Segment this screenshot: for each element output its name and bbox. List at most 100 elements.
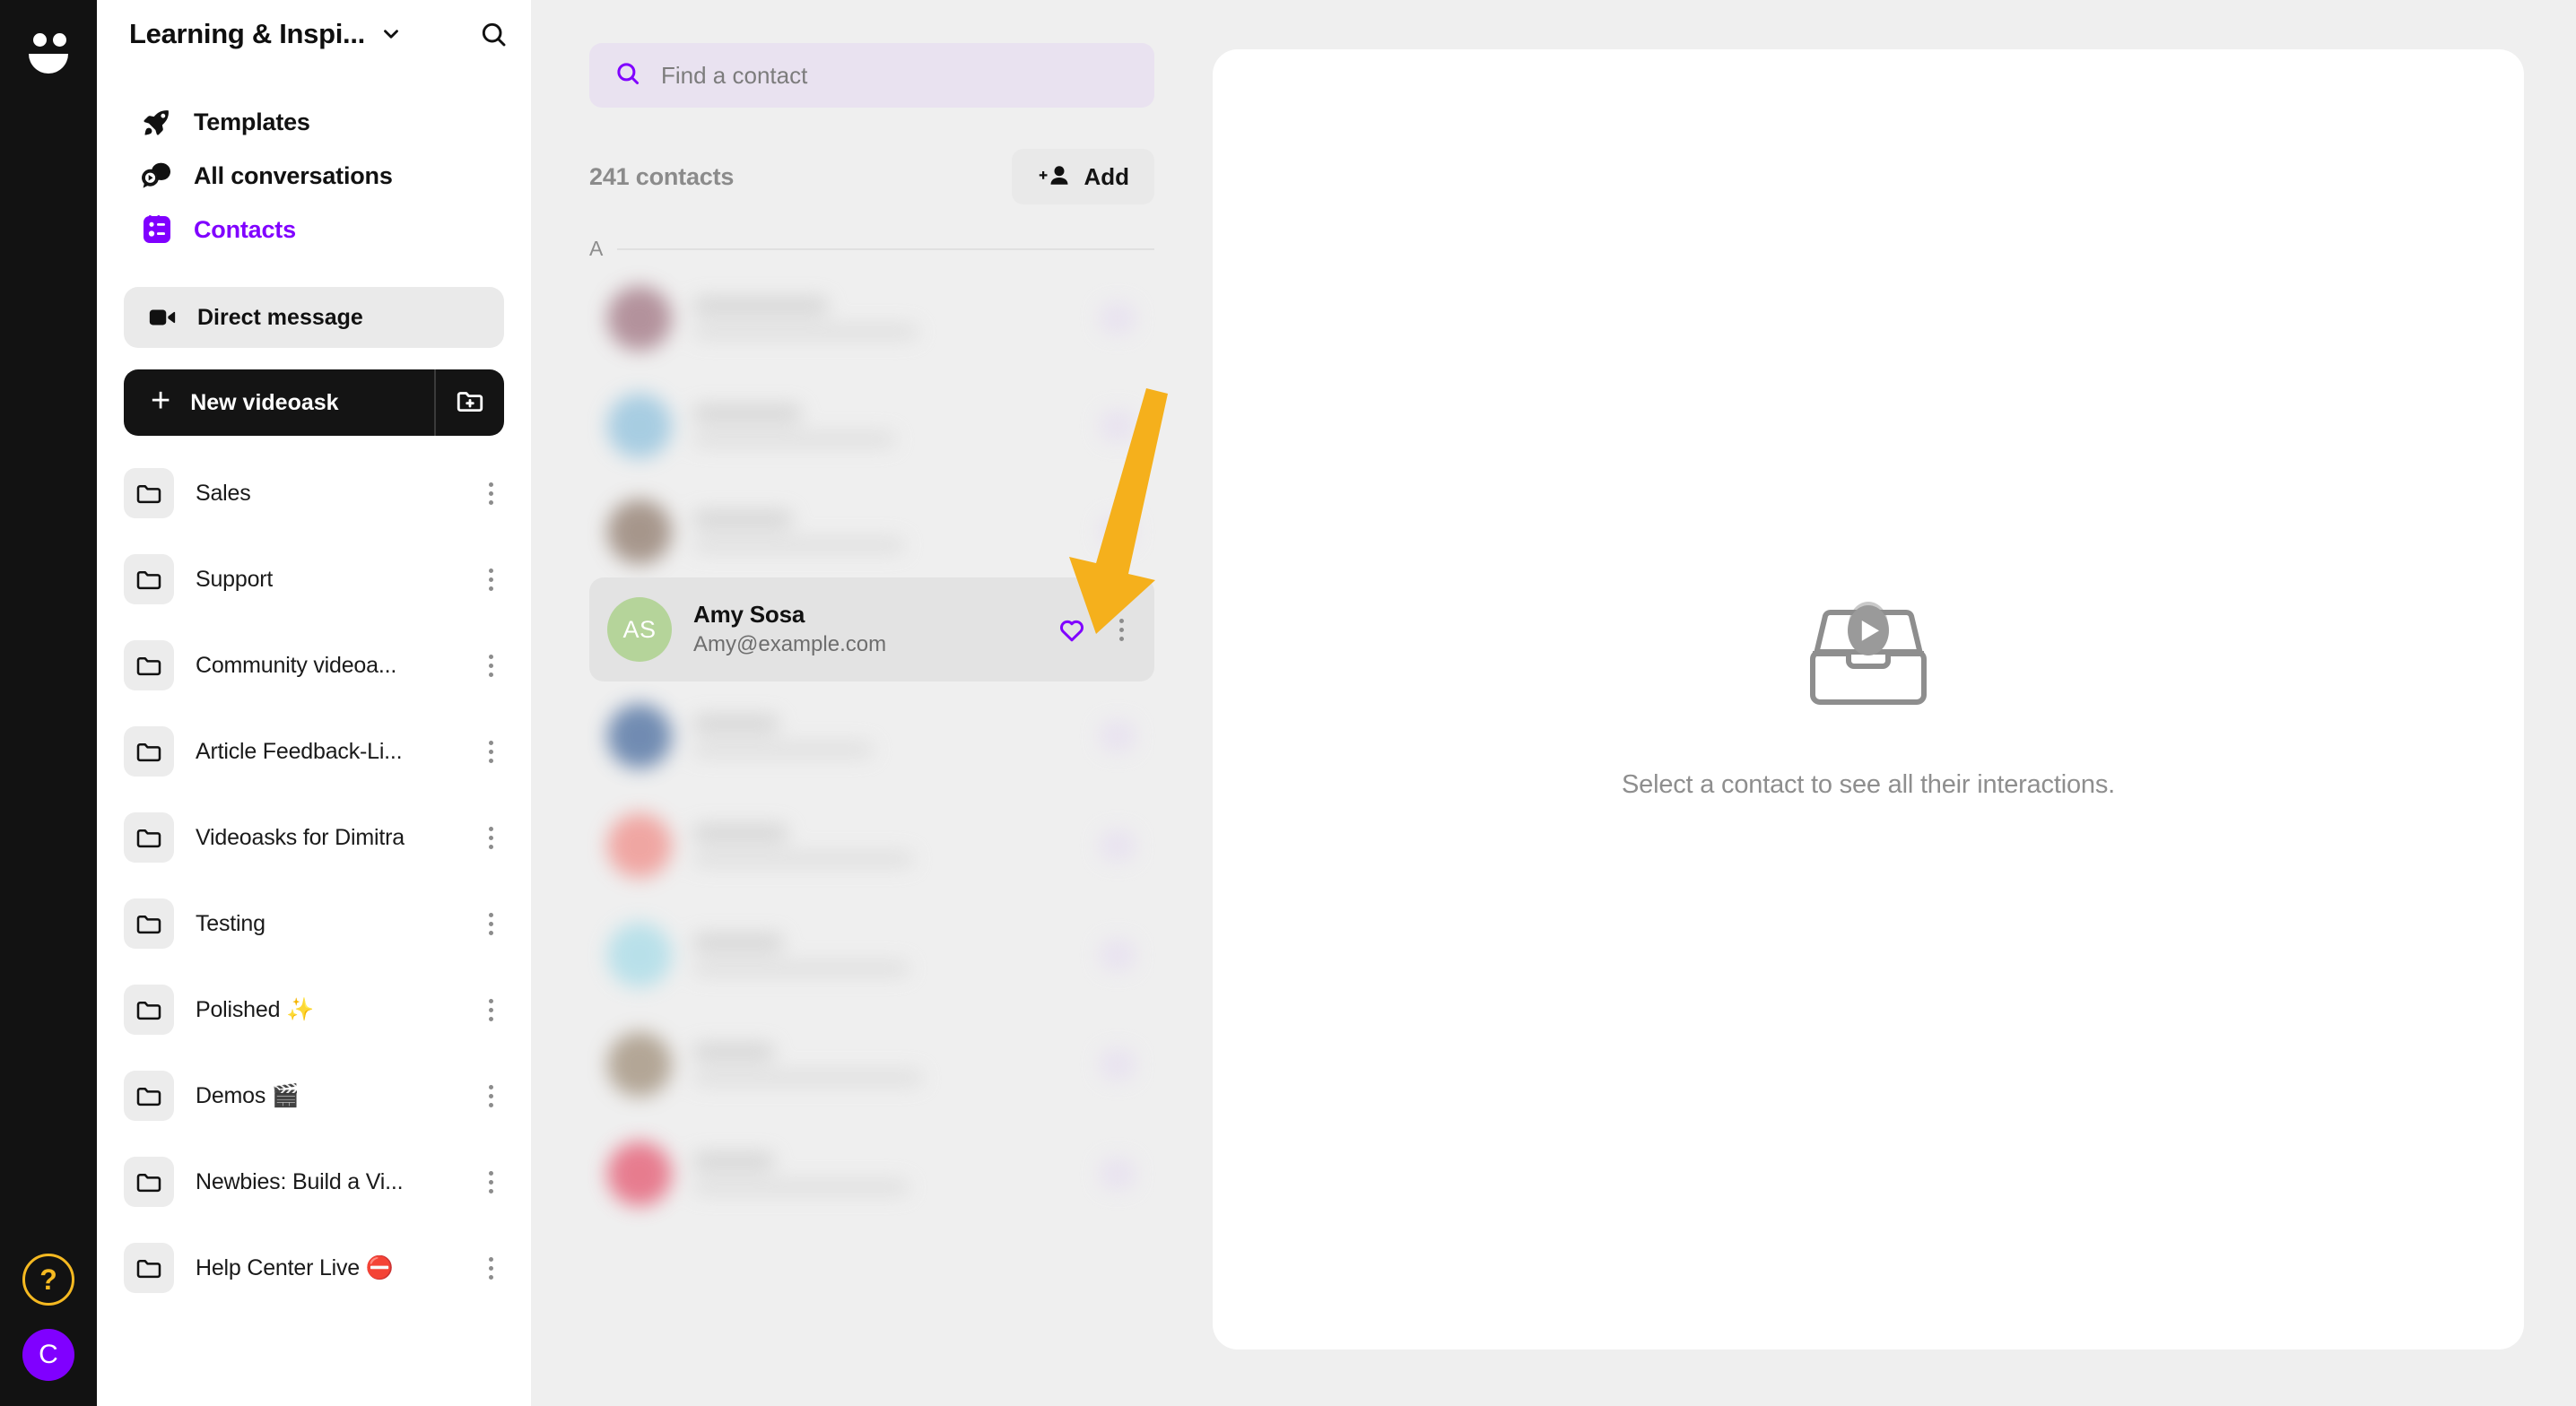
contacts-column: 241 contacts Add A [531,0,1213,1406]
contact-detail-panel: Select a contact to see all their intera… [1213,49,2524,1350]
add-contact-button[interactable]: Add [1012,149,1154,204]
sidebar-item-all-conversations[interactable]: All conversations [120,149,508,203]
contact-email-placeholder [693,325,918,339]
contact-row[interactable] [589,269,1154,368]
contact-name-placeholder [693,298,828,314]
kebab-menu-icon[interactable] [477,992,504,1028]
contacts-list-icon [140,213,174,247]
contact-row[interactable] [589,687,1154,785]
sidebar-item-contacts[interactable]: Contacts [120,203,508,256]
folder-label: Support [196,566,274,592]
folder-item[interactable]: Article Feedback-Li... [124,708,504,794]
contact-search-box[interactable] [589,43,1154,108]
folder-label: Newbies: Build a Vi... [196,1168,404,1194]
folder-list: Sales Support Community videoa... Articl… [97,450,531,1311]
heart-icon[interactable] [1101,1049,1135,1080]
sidebar-item-templates[interactable]: Templates [120,95,508,149]
contact-avatar-initials: AS [622,615,657,643]
video-camera-icon [145,300,179,334]
contact-info [693,716,953,757]
folder-icon [124,640,174,690]
contact-row[interactable] [589,1015,1154,1114]
kebab-menu-icon[interactable] [477,475,504,511]
contact-email-placeholder [693,538,904,552]
folder-icon [124,1157,174,1207]
kebab-menu-icon[interactable] [477,647,504,683]
contacts-count-row: 241 contacts Add [589,149,1154,204]
kebab-menu-icon[interactable] [477,1250,504,1286]
logo-eye-right [53,33,66,47]
folder-item[interactable]: Community videoa... [124,622,504,708]
kebab-menu-icon[interactable] [477,1164,504,1200]
primary-nav: Templates All conversations Contacts [97,95,531,256]
heart-icon[interactable] [1101,721,1135,751]
heart-icon[interactable] [1101,516,1135,547]
heart-icon[interactable] [1101,830,1135,861]
heart-icon[interactable] [1101,411,1135,441]
contact-row[interactable] [589,796,1154,895]
contact-search-input[interactable] [661,61,1092,90]
contact-row[interactable] [589,1124,1154,1223]
folder-item[interactable]: Newbies: Build a Vi... [124,1139,504,1225]
contacts-list: AS Amy Sosa Amy@example.com [589,283,1154,1406]
heart-icon[interactable] [1101,303,1135,334]
new-videoask-label: New videoask [190,389,339,415]
new-folder-button[interactable] [434,369,504,436]
app-root: ? C Learning & Inspi... Templates All co… [0,0,2576,1406]
contact-email-placeholder [693,742,873,757]
folder-item[interactable]: Help Center Live ⛔ [124,1225,504,1311]
chevron-down-icon[interactable] [379,22,403,46]
workspace-header: Learning & Inspi... [97,0,531,68]
workspace-title[interactable]: Learning & Inspi... [129,18,365,50]
help-button[interactable]: ? [22,1254,74,1306]
contact-row-selected[interactable]: AS Amy Sosa Amy@example.com [589,577,1154,681]
folder-item[interactable]: Demos 🎬 [124,1053,504,1139]
folder-item[interactable]: Polished ✨ [124,967,504,1053]
contact-name-placeholder [693,934,783,950]
direct-message-button[interactable]: Direct message [124,287,504,348]
contact-name-placeholder [693,511,792,527]
contact-row[interactable] [589,377,1154,475]
sidebar-search-icon[interactable] [479,20,508,48]
rocket-icon [140,105,174,139]
contact-email-placeholder [693,1071,922,1085]
folder-item[interactable]: Sales [124,450,504,536]
contact-email-placeholder [693,961,909,976]
folder-item[interactable]: Videoasks for Dimitra [124,794,504,881]
folder-item[interactable]: Testing [124,881,504,967]
contact-info [693,1044,953,1085]
contact-avatar [607,923,672,987]
heart-icon[interactable] [1101,940,1135,970]
kebab-menu-icon[interactable] [477,906,504,942]
videoask-smiley-logo-icon[interactable] [21,20,76,75]
user-avatar-button[interactable]: C [22,1329,74,1381]
contact-row[interactable] [589,482,1154,581]
sidebar: Learning & Inspi... Templates All conver… [97,0,531,1406]
kebab-menu-icon[interactable] [477,561,504,597]
contact-avatar [607,813,672,878]
contact-name-placeholder [693,405,801,421]
heart-icon[interactable] [1052,610,1092,649]
kebab-menu-icon[interactable] [477,733,504,769]
sidebar-actions: Direct message + New videoask [97,287,531,436]
question-mark-icon: ? [39,1263,57,1296]
contact-email-placeholder [693,852,913,866]
new-videoask-button[interactable]: + New videoask [124,369,434,436]
folder-item[interactable]: Support [124,536,504,622]
kebab-menu-icon[interactable] [477,820,504,855]
contact-row[interactable] [589,906,1154,1004]
contact-avatar [607,1032,672,1097]
folder-icon [124,726,174,777]
kebab-menu-icon[interactable] [1108,612,1135,647]
kebab-menu-icon[interactable] [477,1078,504,1114]
rail-bottom-actions: ? C [0,1254,97,1381]
contact-info [693,1153,953,1194]
contact-info [693,825,953,866]
section-letter: A [589,237,604,260]
sidebar-item-label: Templates [194,108,310,135]
contact-avatar [607,394,672,458]
new-folder-icon [455,386,485,421]
contact-info: Amy Sosa Amy@example.com [693,600,886,660]
heart-icon[interactable] [1101,1159,1135,1189]
contact-avatar [607,286,672,351]
